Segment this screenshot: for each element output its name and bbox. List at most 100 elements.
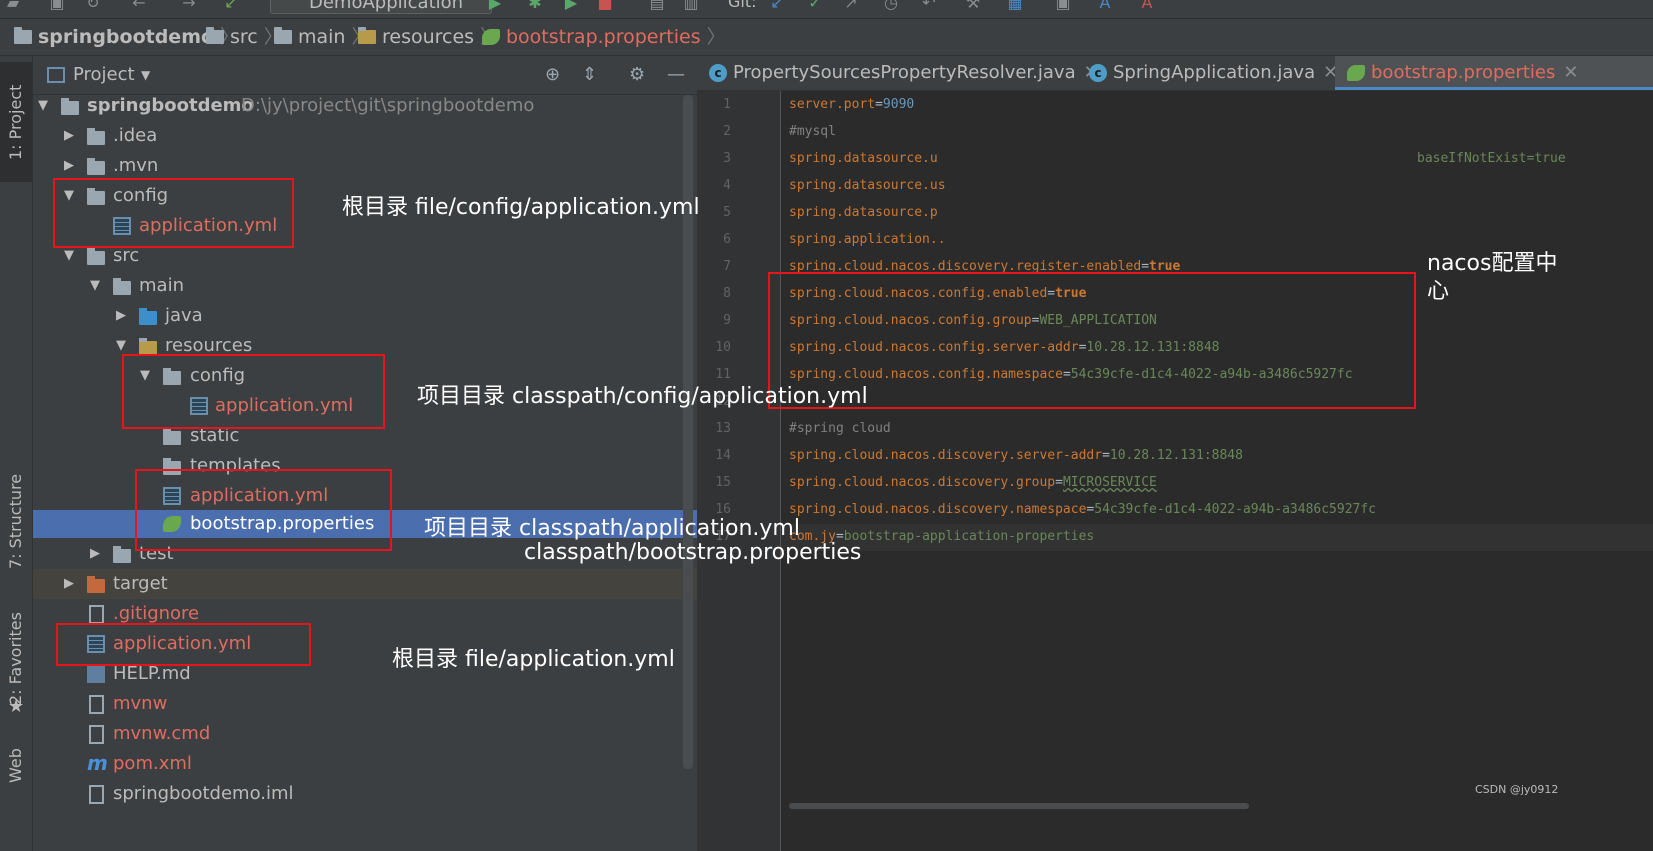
tree-node-label: mvnw	[113, 693, 168, 714]
minimize-icon[interactable]: —	[667, 56, 685, 94]
translate-alt-icon[interactable]: A	[1138, 0, 1156, 12]
structure-icon[interactable]: ▤	[648, 0, 666, 12]
annotation-text-classpath-app: 项目目录 classpath/application.yml	[424, 516, 800, 541]
tab-bootstrap-properties[interactable]: bootstrap.properties ✕	[1335, 56, 1653, 90]
git-history-icon[interactable]: ◷	[882, 0, 900, 12]
open-folder-icon[interactable]: ▰	[4, 0, 22, 12]
translate-icon[interactable]: A	[1096, 0, 1114, 12]
tree-node-pom-xml[interactable]: m pom.xml	[33, 749, 735, 779]
gear-icon[interactable]: ⚙	[629, 56, 645, 94]
back-icon[interactable]: ←	[130, 0, 148, 12]
locate-icon[interactable]: ⊕	[545, 56, 560, 94]
property-key: server.port	[789, 97, 876, 112]
run-icon[interactable]: ▶	[486, 0, 504, 12]
forward-icon[interactable]: →	[180, 0, 198, 12]
code-line[interactable]: #mysql	[789, 118, 836, 145]
breadcrumb-item-file[interactable]: bootstrap.properties 〉	[482, 19, 726, 55]
property-key: spring.application..	[789, 232, 946, 247]
collapse-arrow-icon[interactable]: ▶	[61, 151, 77, 181]
breadcrumb-item-resources[interactable]: resources〉	[358, 19, 499, 55]
code-line[interactable]: server.port=9090	[789, 91, 914, 118]
editor-horizontal-scrollbar[interactable]	[789, 803, 1249, 809]
build-icon[interactable]: ↙	[222, 0, 240, 12]
code-line[interactable]: spring.cloud.nacos.discovery.namespace=5…	[789, 496, 1376, 523]
tree-node-mvn[interactable]: ▶ .mvn	[33, 151, 735, 181]
line-number: 7	[723, 259, 731, 274]
tree-node-iml[interactable]: springbootdemo.iml	[33, 779, 735, 809]
breadcrumb-item-src[interactable]: src〉	[206, 19, 283, 55]
line-number: 13	[715, 421, 731, 436]
tree-node-mvnw-cmd[interactable]: mvnw.cmd	[33, 719, 735, 749]
folder-icon	[274, 27, 292, 44]
tree-node-idea[interactable]: ▶ .idea	[33, 121, 735, 151]
tab-label: bootstrap.properties	[1371, 62, 1556, 83]
git-revert-icon[interactable]: ↶	[920, 0, 938, 12]
tool-tab-web[interactable]: Web	[0, 736, 32, 796]
git-commit-icon[interactable]: ✓	[806, 0, 824, 12]
layout-icon[interactable]: ▥	[682, 0, 700, 12]
file-icon	[89, 695, 104, 714]
property-separator: =	[1102, 448, 1110, 463]
tree-node-path: D:\jy\project\git\springbootdemo	[241, 95, 535, 116]
sync-icon[interactable]: ↻	[84, 0, 102, 12]
code-line[interactable]: spring.cloud.nacos.discovery.group=MICRO…	[789, 469, 1157, 496]
wrench-icon[interactable]: ⚒	[964, 0, 982, 12]
file-icon	[89, 605, 104, 624]
tab-label: SpringApplication.java	[1113, 62, 1316, 83]
spring-leaf-icon	[1347, 65, 1365, 81]
chevron-down-icon[interactable]: ▼	[141, 56, 150, 94]
tree-node-label: target	[113, 573, 168, 594]
tab-spring-application[interactable]: c SpringApplication.java ✕	[1089, 56, 1338, 90]
collapse-arrow-icon[interactable]: ▶	[87, 539, 103, 569]
code-line[interactable]: spring.datasource.u	[789, 145, 938, 172]
run-configuration-select[interactable]: DemoApplication	[270, 0, 492, 14]
expand-arrow-icon[interactable]: ▼	[87, 271, 103, 301]
tree-node-main[interactable]: ▼ main	[33, 271, 735, 301]
tree-node-mvnw[interactable]: mvnw	[33, 689, 735, 719]
tree-node-project-root[interactable]: ▼ springbootdemo D:\jy\project\git\sprin…	[33, 91, 735, 121]
tree-node-label: main	[139, 275, 184, 296]
code-line[interactable]: #spring cloud	[789, 415, 891, 442]
tab-label: PropertySourcesPropertyResolver.java	[733, 62, 1076, 83]
tool-tab-structure[interactable]: 7: Structure	[0, 456, 32, 586]
stop-icon[interactable]: ■	[596, 0, 614, 12]
collapse-arrow-icon[interactable]: ▶	[113, 301, 129, 331]
vcs-icon[interactable]: ▣	[1054, 0, 1072, 12]
tree-node-java[interactable]: ▶ java	[33, 301, 735, 331]
property-key: spring.datasource.p	[789, 205, 938, 220]
git-label: Git:	[728, 0, 757, 11]
coverage-icon[interactable]: ▶	[562, 0, 580, 12]
debug-icon[interactable]: ✱	[526, 0, 544, 12]
main-toolbar: ▰ ▣ ↻ ← → ↙ DemoApplication ▶ ✱ ▶ ■ ▤ ▥ …	[0, 0, 1653, 19]
breadcrumb-item-main[interactable]: main〉	[274, 19, 371, 55]
tab-property-sources-resolver[interactable]: cPropertySourcesPropertyResolver.java✕	[709, 56, 1099, 90]
tree-node-label: .mvn	[113, 155, 159, 176]
annotation-text-nacos: nacos配置中心	[1427, 251, 1558, 304]
code-line[interactable]: spring.cloud.nacos.discovery.server-addr…	[789, 442, 1243, 469]
tree-node-label: pom.xml	[113, 753, 192, 774]
project-structure-icon[interactable]: ▦	[1006, 0, 1024, 12]
code-line[interactable]: spring.datasource.us	[789, 172, 946, 199]
line-number: 4	[723, 178, 731, 193]
code-line[interactable]: spring.datasource.p	[789, 199, 938, 226]
breadcrumb: springbootdemo 〉 src〉 main〉 resources〉 bo…	[0, 19, 1653, 56]
line-number: 1	[723, 97, 731, 112]
git-update-icon[interactable]: ↙	[768, 0, 786, 12]
expand-arrow-icon[interactable]: ▼	[35, 91, 51, 121]
code-line[interactable]: spring.application..	[789, 226, 946, 253]
breadcrumb-label: resources	[382, 26, 475, 48]
save-icon[interactable]: ▣	[48, 0, 66, 12]
breadcrumb-label: springbootdemo	[38, 26, 215, 48]
annotation-text-root-config: 根目录 file/config/application.yml	[342, 195, 700, 220]
close-icon[interactable]: ✕	[1563, 62, 1578, 83]
project-view-title[interactable]: Project	[73, 56, 135, 94]
collapse-arrow-icon[interactable]: ▶	[61, 569, 77, 599]
tool-tab-project[interactable]: 1: Project	[0, 62, 32, 182]
source-folder-icon	[139, 308, 157, 325]
collapse-all-icon[interactable]: ⇕	[582, 56, 597, 94]
star-icon: ★	[8, 696, 25, 717]
collapse-arrow-icon[interactable]: ▶	[61, 121, 77, 151]
git-push-icon[interactable]: ↗	[842, 0, 860, 12]
tree-node-target[interactable]: ▶ target	[33, 569, 735, 599]
maven-icon: m	[87, 751, 108, 775]
